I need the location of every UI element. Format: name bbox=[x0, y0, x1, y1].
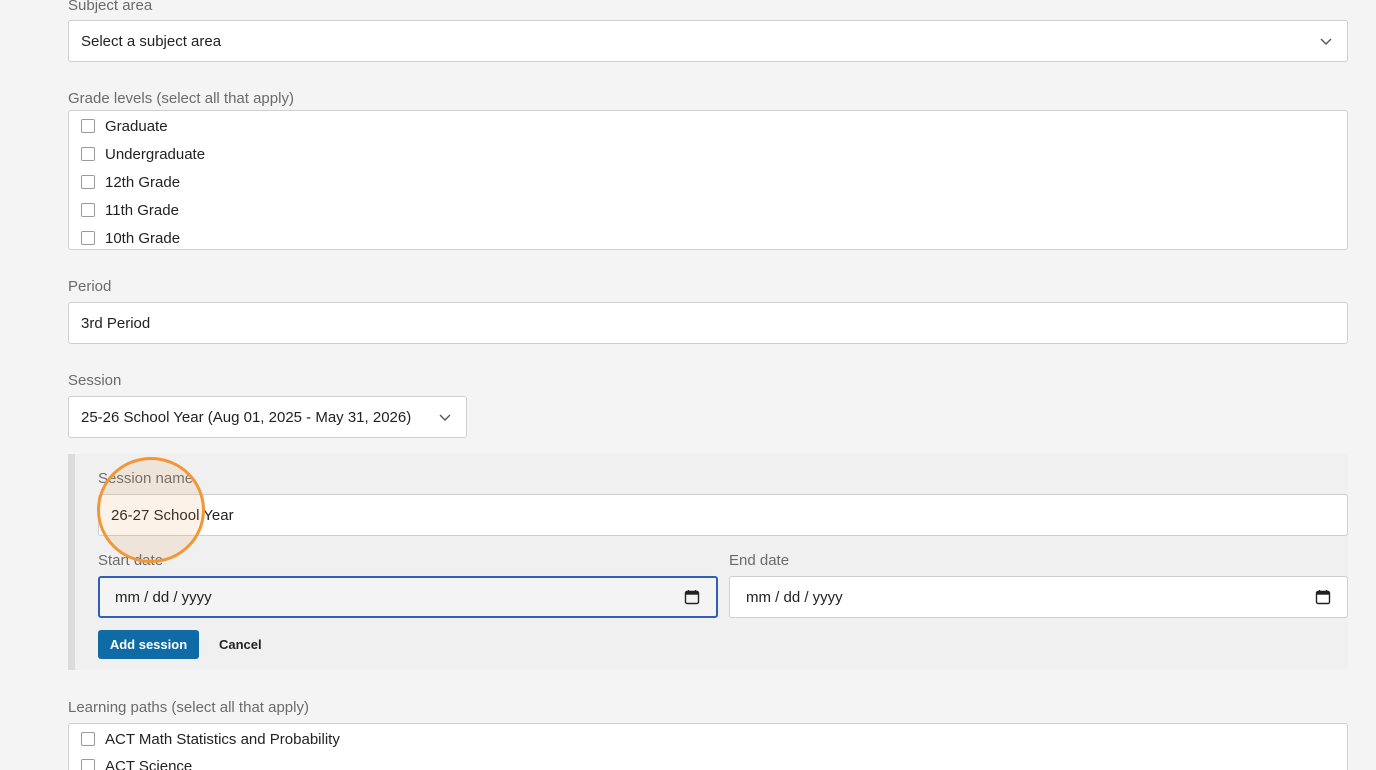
grade-option-label: 12th Grade bbox=[105, 173, 181, 191]
start-date-placeholder: mm / dd / yyyy bbox=[115, 588, 212, 606]
start-date-label: Start date bbox=[98, 552, 164, 569]
learning-paths-label: Learning paths (select all that apply) bbox=[68, 699, 309, 716]
grade-option-label: Undergraduate bbox=[105, 145, 206, 163]
learning-path-label: ACT Science bbox=[105, 757, 193, 770]
session-value: 25-26 School Year (Aug 01, 2025 - May 31… bbox=[81, 408, 412, 426]
chevron-down-icon bbox=[439, 414, 451, 421]
grade-option-11th[interactable]: 11th Grade bbox=[81, 200, 179, 220]
learning-path-option[interactable]: ACT Math Statistics and Probability bbox=[81, 729, 340, 749]
calendar-icon[interactable] bbox=[1315, 589, 1331, 605]
grade-option-label: 11th Grade bbox=[105, 201, 179, 219]
checkbox[interactable] bbox=[81, 732, 95, 746]
grade-option-10th[interactable]: 10th Grade bbox=[81, 228, 180, 248]
calendar-icon[interactable] bbox=[684, 589, 700, 605]
subject-area-select[interactable]: Select a subject area bbox=[68, 20, 1348, 62]
subject-area-label: Subject area bbox=[68, 0, 153, 14]
checkbox[interactable] bbox=[81, 119, 95, 133]
cancel-button[interactable]: Cancel bbox=[212, 630, 269, 659]
checkbox[interactable] bbox=[81, 759, 95, 770]
grade-option-12th[interactable]: 12th Grade bbox=[81, 172, 180, 192]
session-name-value: 26-27 School Year bbox=[111, 506, 234, 524]
chevron-down-icon bbox=[1320, 38, 1332, 45]
grade-option-undergraduate[interactable]: Undergraduate bbox=[81, 144, 205, 164]
period-input[interactable]: 3rd Period bbox=[68, 302, 1348, 344]
grade-levels-list[interactable]: Graduate Undergraduate 12th Grade 11th G… bbox=[68, 110, 1348, 250]
grade-levels-label: Grade levels (select all that apply) bbox=[68, 90, 294, 107]
end-date-input[interactable]: mm / dd / yyyy bbox=[729, 576, 1348, 618]
subject-area-value: Select a subject area bbox=[81, 32, 222, 50]
start-date-input[interactable]: mm / dd / yyyy bbox=[98, 576, 718, 618]
session-name-input[interactable]: 26-27 School Year bbox=[98, 494, 1348, 536]
end-date-placeholder: mm / dd / yyyy bbox=[746, 588, 843, 606]
session-select[interactable]: 25-26 School Year (Aug 01, 2025 - May 31… bbox=[68, 396, 467, 438]
checkbox[interactable] bbox=[81, 147, 95, 161]
session-label: Session bbox=[68, 372, 122, 389]
period-value: 3rd Period bbox=[81, 314, 151, 332]
learning-path-label: ACT Math Statistics and Probability bbox=[105, 730, 340, 748]
end-date-label: End date bbox=[729, 552, 790, 569]
add-session-button[interactable]: Add session bbox=[98, 630, 199, 659]
learning-path-option[interactable]: ACT Science bbox=[81, 756, 192, 770]
checkbox[interactable] bbox=[81, 175, 95, 189]
session-name-label: Session name bbox=[98, 470, 194, 487]
grade-option-graduate[interactable]: Graduate bbox=[81, 116, 168, 136]
checkbox[interactable] bbox=[81, 231, 95, 245]
period-label: Period bbox=[68, 278, 112, 295]
checkbox[interactable] bbox=[81, 203, 95, 217]
learning-paths-list[interactable]: ACT Math Statistics and Probability ACT … bbox=[68, 723, 1348, 770]
grade-option-label: 10th Grade bbox=[105, 229, 181, 247]
course-form: Subject area Select a subject area Grade… bbox=[0, 0, 1376, 770]
grade-option-label: Graduate bbox=[105, 117, 168, 135]
